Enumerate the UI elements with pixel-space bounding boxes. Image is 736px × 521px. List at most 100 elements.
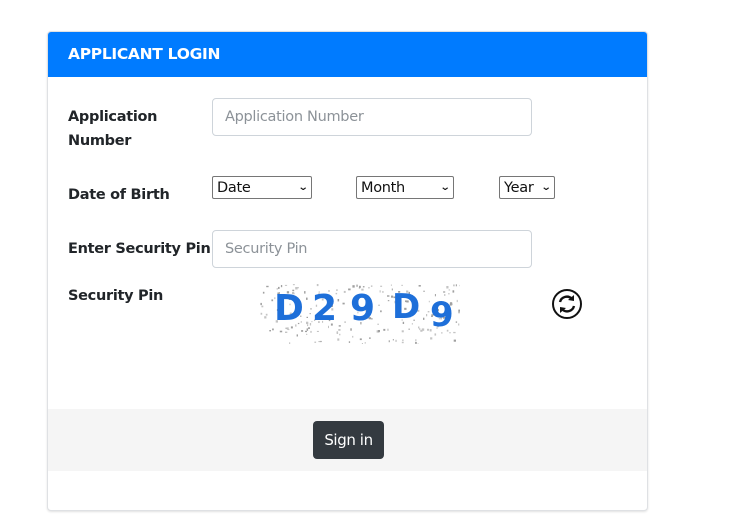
captcha-noise-dot [377,323,379,325]
captcha-noise-dot [359,338,362,341]
captcha-noise-dot [337,299,340,302]
captcha-noise-dot [380,285,383,287]
captcha-noise-dot [377,330,380,333]
captcha-noise-dot [296,334,298,337]
captcha-noise-dot [419,328,421,331]
security-pin-input[interactable] [212,230,532,268]
captcha-noise-dot [379,290,381,293]
captcha-noise-dot [415,339,417,342]
captcha-noise-dot [408,328,410,330]
captcha-noise-dot [348,341,351,343]
year-select[interactable]: Year ⌄ [499,176,555,199]
year-select-value: Year [504,179,534,196]
captcha-noise-dot [455,321,458,323]
captcha-noise-dot [336,331,339,334]
captcha-noise-dot [265,313,268,316]
captcha-noise-dot [455,284,457,287]
chevron-down-icon: ⌄ [540,182,552,193]
captcha-noise-dot [369,337,371,339]
captcha-noise-dot [446,286,449,289]
captcha-image: D29D9 [260,284,460,344]
captcha-noise-dot [383,328,386,331]
date-select-value: Date [217,179,251,196]
chevron-down-icon: ⌄ [297,182,309,193]
date-of-birth-label: Date of Birth [68,187,170,203]
captcha-noise-dot [285,331,288,333]
label-line: Application [68,109,158,125]
security-pin-label: Security Pin [68,288,164,304]
captcha-noise-dot [306,333,308,335]
captcha-noise-dot [301,330,304,332]
captcha-noise-dot [269,330,271,332]
captcha-noise-dot [271,299,274,302]
captcha-noise-dot [415,342,417,344]
captcha-noise-dot [342,302,345,305]
captcha-noise-dot [337,338,340,341]
captcha-noise-dot [453,339,456,342]
captcha-noise-dot [310,330,312,333]
captcha-char: D [392,287,420,327]
captcha-noise-dot [448,289,451,291]
applicant-login-card: APPLICANT LOGIN Application Number Date … [47,31,648,511]
captcha-noise-dot [370,285,373,287]
captcha-noise-dot [309,323,312,326]
captcha-noise-dot [361,343,363,344]
captcha-char: 2 [312,288,337,329]
captcha-noise-dot [343,290,346,293]
application-number-label: Application Number [68,105,157,153]
captcha-char: 9 [430,295,454,335]
captcha-noise-dot [390,284,392,286]
captcha-noise-dot [316,284,319,287]
month-select[interactable]: Month ⌄ [356,176,454,199]
captcha-noise-dot [443,291,446,293]
captcha-noise-dot [339,333,341,336]
captcha-noise-dot [417,343,419,344]
captcha-noise-dot [318,341,321,343]
date-select[interactable]: Date ⌄ [212,176,312,199]
card-title: APPLICANT LOGIN [68,45,221,63]
captcha-noise-dot [352,335,354,338]
captcha-noise-dot [314,341,317,343]
captcha-noise-dot [458,311,460,314]
card-header: APPLICANT LOGIN [48,32,647,77]
captcha-noise-dot [305,330,307,333]
captcha-noise-dot [395,339,397,342]
captcha-noise-dot [387,328,389,331]
captcha-noise-dot [401,341,404,344]
captcha-noise-dot [309,313,311,315]
captcha-noise-dot [401,284,403,286]
captcha-noise-dot [382,291,384,293]
captcha-noise-dot [289,342,291,344]
captcha-noise-dot [387,300,390,302]
captcha-noise-dot [338,329,341,331]
application-number-input[interactable] [212,98,532,136]
captcha-noise-dot [262,291,265,294]
captcha-noise-dot [388,340,390,343]
captcha-noise-dot [306,321,309,325]
captcha-noise-dot [453,284,455,287]
captcha-noise-dot [392,339,394,341]
month-select-value: Month [361,179,405,196]
captcha-noise-dot [292,284,295,286]
captcha-noise-dot [426,314,428,317]
card-footer: Sign in [48,409,647,471]
sign-in-button[interactable]: Sign in [313,421,384,459]
captcha-noise-dot [316,330,319,332]
refresh-captcha-icon[interactable] [551,288,583,320]
captcha-noise-dot [260,302,262,306]
captcha-noise-dot [284,284,288,286]
captcha-noise-dot [344,321,346,323]
captcha-noise-dot [456,299,458,303]
captcha-noise-dot [380,310,382,313]
captcha-text: D29D9 [274,287,454,335]
captcha-char: D [274,288,304,329]
captcha-noise-dot [387,295,390,297]
captcha-noise-dot [423,317,425,320]
captcha-noise-dot [266,285,269,288]
captcha-noise-dot [458,309,460,312]
captcha-noise-dot [452,290,455,293]
captcha-noise-dot [287,329,290,331]
captcha-noise-dot [421,328,425,331]
captcha-char: 9 [350,288,375,329]
captcha-noise-dot [401,330,404,333]
